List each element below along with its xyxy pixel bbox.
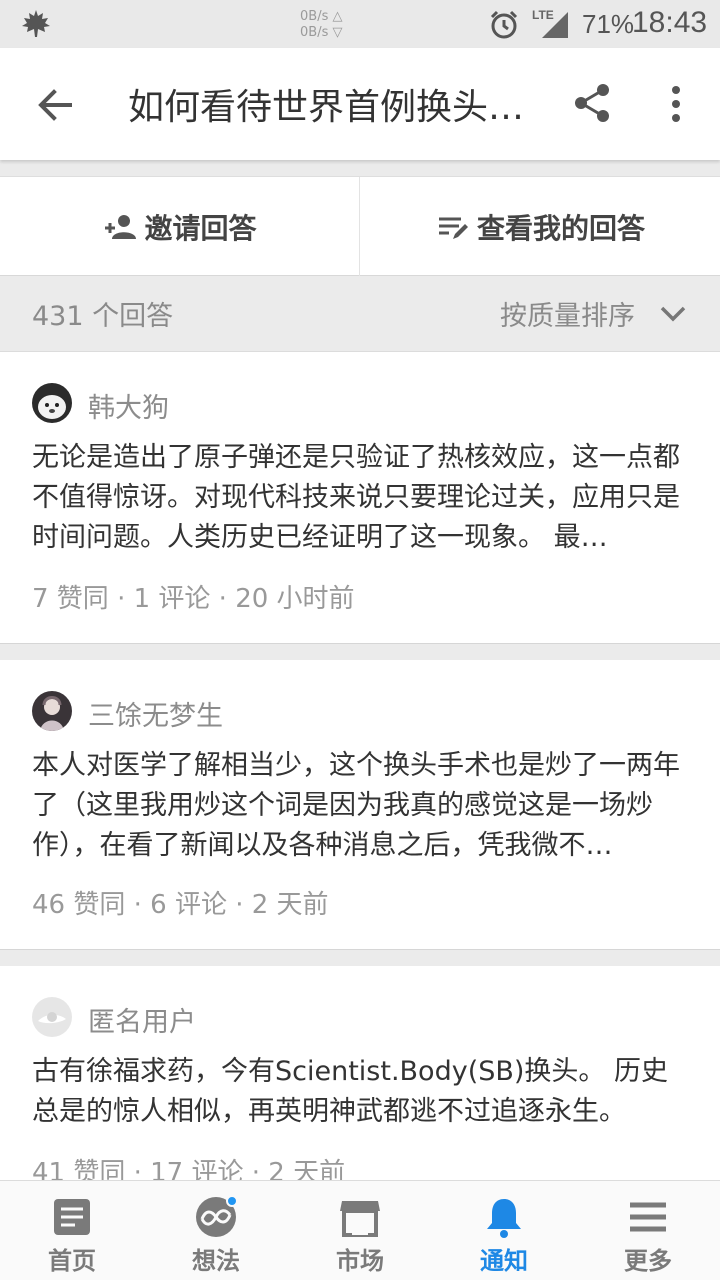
action-row: 邀请回答 查看我的回答 bbox=[0, 176, 720, 277]
status-bar: 0B/s △ 0B/s ▽ LTE 71% 18:43 bbox=[0, 0, 720, 48]
answer-meta: 7 赞同 · 1 评论 · 20 小时前 bbox=[32, 584, 355, 614]
avatar bbox=[32, 997, 72, 1037]
answer-excerpt: 古有徐福求药，今有Scientist.Body(SB)换头。 历史总是的惊人相似… bbox=[32, 1056, 669, 1127]
author-name[interactable]: 三馀无梦生 bbox=[88, 694, 223, 733]
avatar bbox=[32, 383, 72, 423]
nav-home[interactable]: 首页 bbox=[0, 1181, 144, 1280]
nav-notifications[interactable]: 通知 bbox=[432, 1181, 576, 1280]
maple-leaf-icon bbox=[22, 10, 50, 37]
home-icon bbox=[54, 1199, 90, 1235]
notification-dot bbox=[226, 1195, 238, 1207]
clock: 18:43 bbox=[632, 6, 708, 39]
battery-level: 71% bbox=[582, 9, 635, 39]
answer-card[interactable]: 韩大狗 无论是造出了原子弹还是只验证了热核效应，这一点都不值得惊讶。对现代科技来… bbox=[0, 352, 720, 644]
sort-dropdown[interactable]: 按质量排序 bbox=[500, 294, 635, 333]
answer-card[interactable]: 匿名用户 古有徐福求药，今有Scientist.Body(SB)换头。 历史总是… bbox=[0, 966, 720, 1188]
back-arrow-icon[interactable] bbox=[34, 84, 76, 126]
nav-notifications-label: 通知 bbox=[480, 1247, 528, 1275]
network-speed: 0B/s △ 0B/s ▽ bbox=[300, 9, 370, 41]
menu-icon bbox=[630, 1202, 666, 1232]
answer-count: 431 个回答 bbox=[32, 301, 174, 332]
nav-market[interactable]: 市场 bbox=[288, 1181, 432, 1280]
author-name[interactable]: 匿名用户 bbox=[88, 1000, 196, 1039]
nav-more[interactable]: 更多 bbox=[576, 1181, 720, 1280]
page-title: 如何看待世界首例换头手术 bbox=[128, 87, 528, 128]
author-name[interactable]: 韩大狗 bbox=[88, 386, 169, 425]
app-bar: 如何看待世界首例换头手术 bbox=[0, 48, 720, 160]
avatar bbox=[32, 691, 72, 731]
bell-icon bbox=[487, 1199, 521, 1238]
nav-more-label: 更多 bbox=[624, 1247, 672, 1275]
add-person-icon bbox=[105, 215, 137, 239]
edit-list-icon bbox=[438, 217, 468, 239]
answer-excerpt: 本人对医学了解相当少，这个换头手术也是炒了一两年了（这里我用炒这个词是因为我真的… bbox=[32, 750, 680, 861]
invite-answer-button[interactable]: 邀请回答 bbox=[0, 177, 359, 277]
nav-ideas[interactable]: 想法 bbox=[144, 1181, 288, 1280]
chevron-down-icon[interactable] bbox=[656, 296, 690, 330]
answer-meta: 46 赞同 · 6 评论 · 2 天前 bbox=[32, 890, 329, 920]
net-up: 0B/s △ bbox=[300, 9, 343, 24]
view-my-answer-button[interactable]: 查看我的回答 bbox=[360, 177, 720, 277]
alarm-icon bbox=[490, 10, 518, 39]
nav-market-label: 市场 bbox=[336, 1247, 384, 1275]
bottom-nav: 首页 想法 市场 通知 更多 bbox=[0, 1180, 720, 1280]
answer-card[interactable]: 三馀无梦生 本人对医学了解相当少，这个换头手术也是炒了一两年了（这里我用炒这个词… bbox=[0, 660, 720, 950]
share-icon[interactable] bbox=[570, 81, 614, 125]
sort-bar: 431 个回答 按质量排序 bbox=[0, 276, 720, 352]
nav-home-label: 首页 bbox=[48, 1247, 96, 1275]
market-icon bbox=[340, 1201, 380, 1237]
view-my-answer-label: 查看我的回答 bbox=[476, 212, 645, 245]
invite-answer-label: 邀请回答 bbox=[144, 212, 257, 245]
more-options-icon[interactable] bbox=[660, 82, 692, 126]
net-down: 0B/s ▽ bbox=[300, 25, 343, 40]
network-type: LTE bbox=[532, 8, 554, 22]
nav-ideas-label: 想法 bbox=[192, 1247, 240, 1275]
answer-excerpt: 无论是造出了原子弹还是只验证了热核效应，这一点都不值得惊讶。对现代科技来说只要理… bbox=[32, 442, 680, 553]
